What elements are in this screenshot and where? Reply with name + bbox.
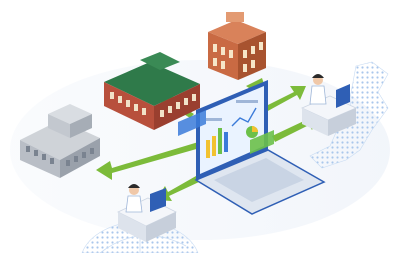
illustration-canvas [0, 0, 396, 253]
network-illustration [0, 0, 396, 253]
